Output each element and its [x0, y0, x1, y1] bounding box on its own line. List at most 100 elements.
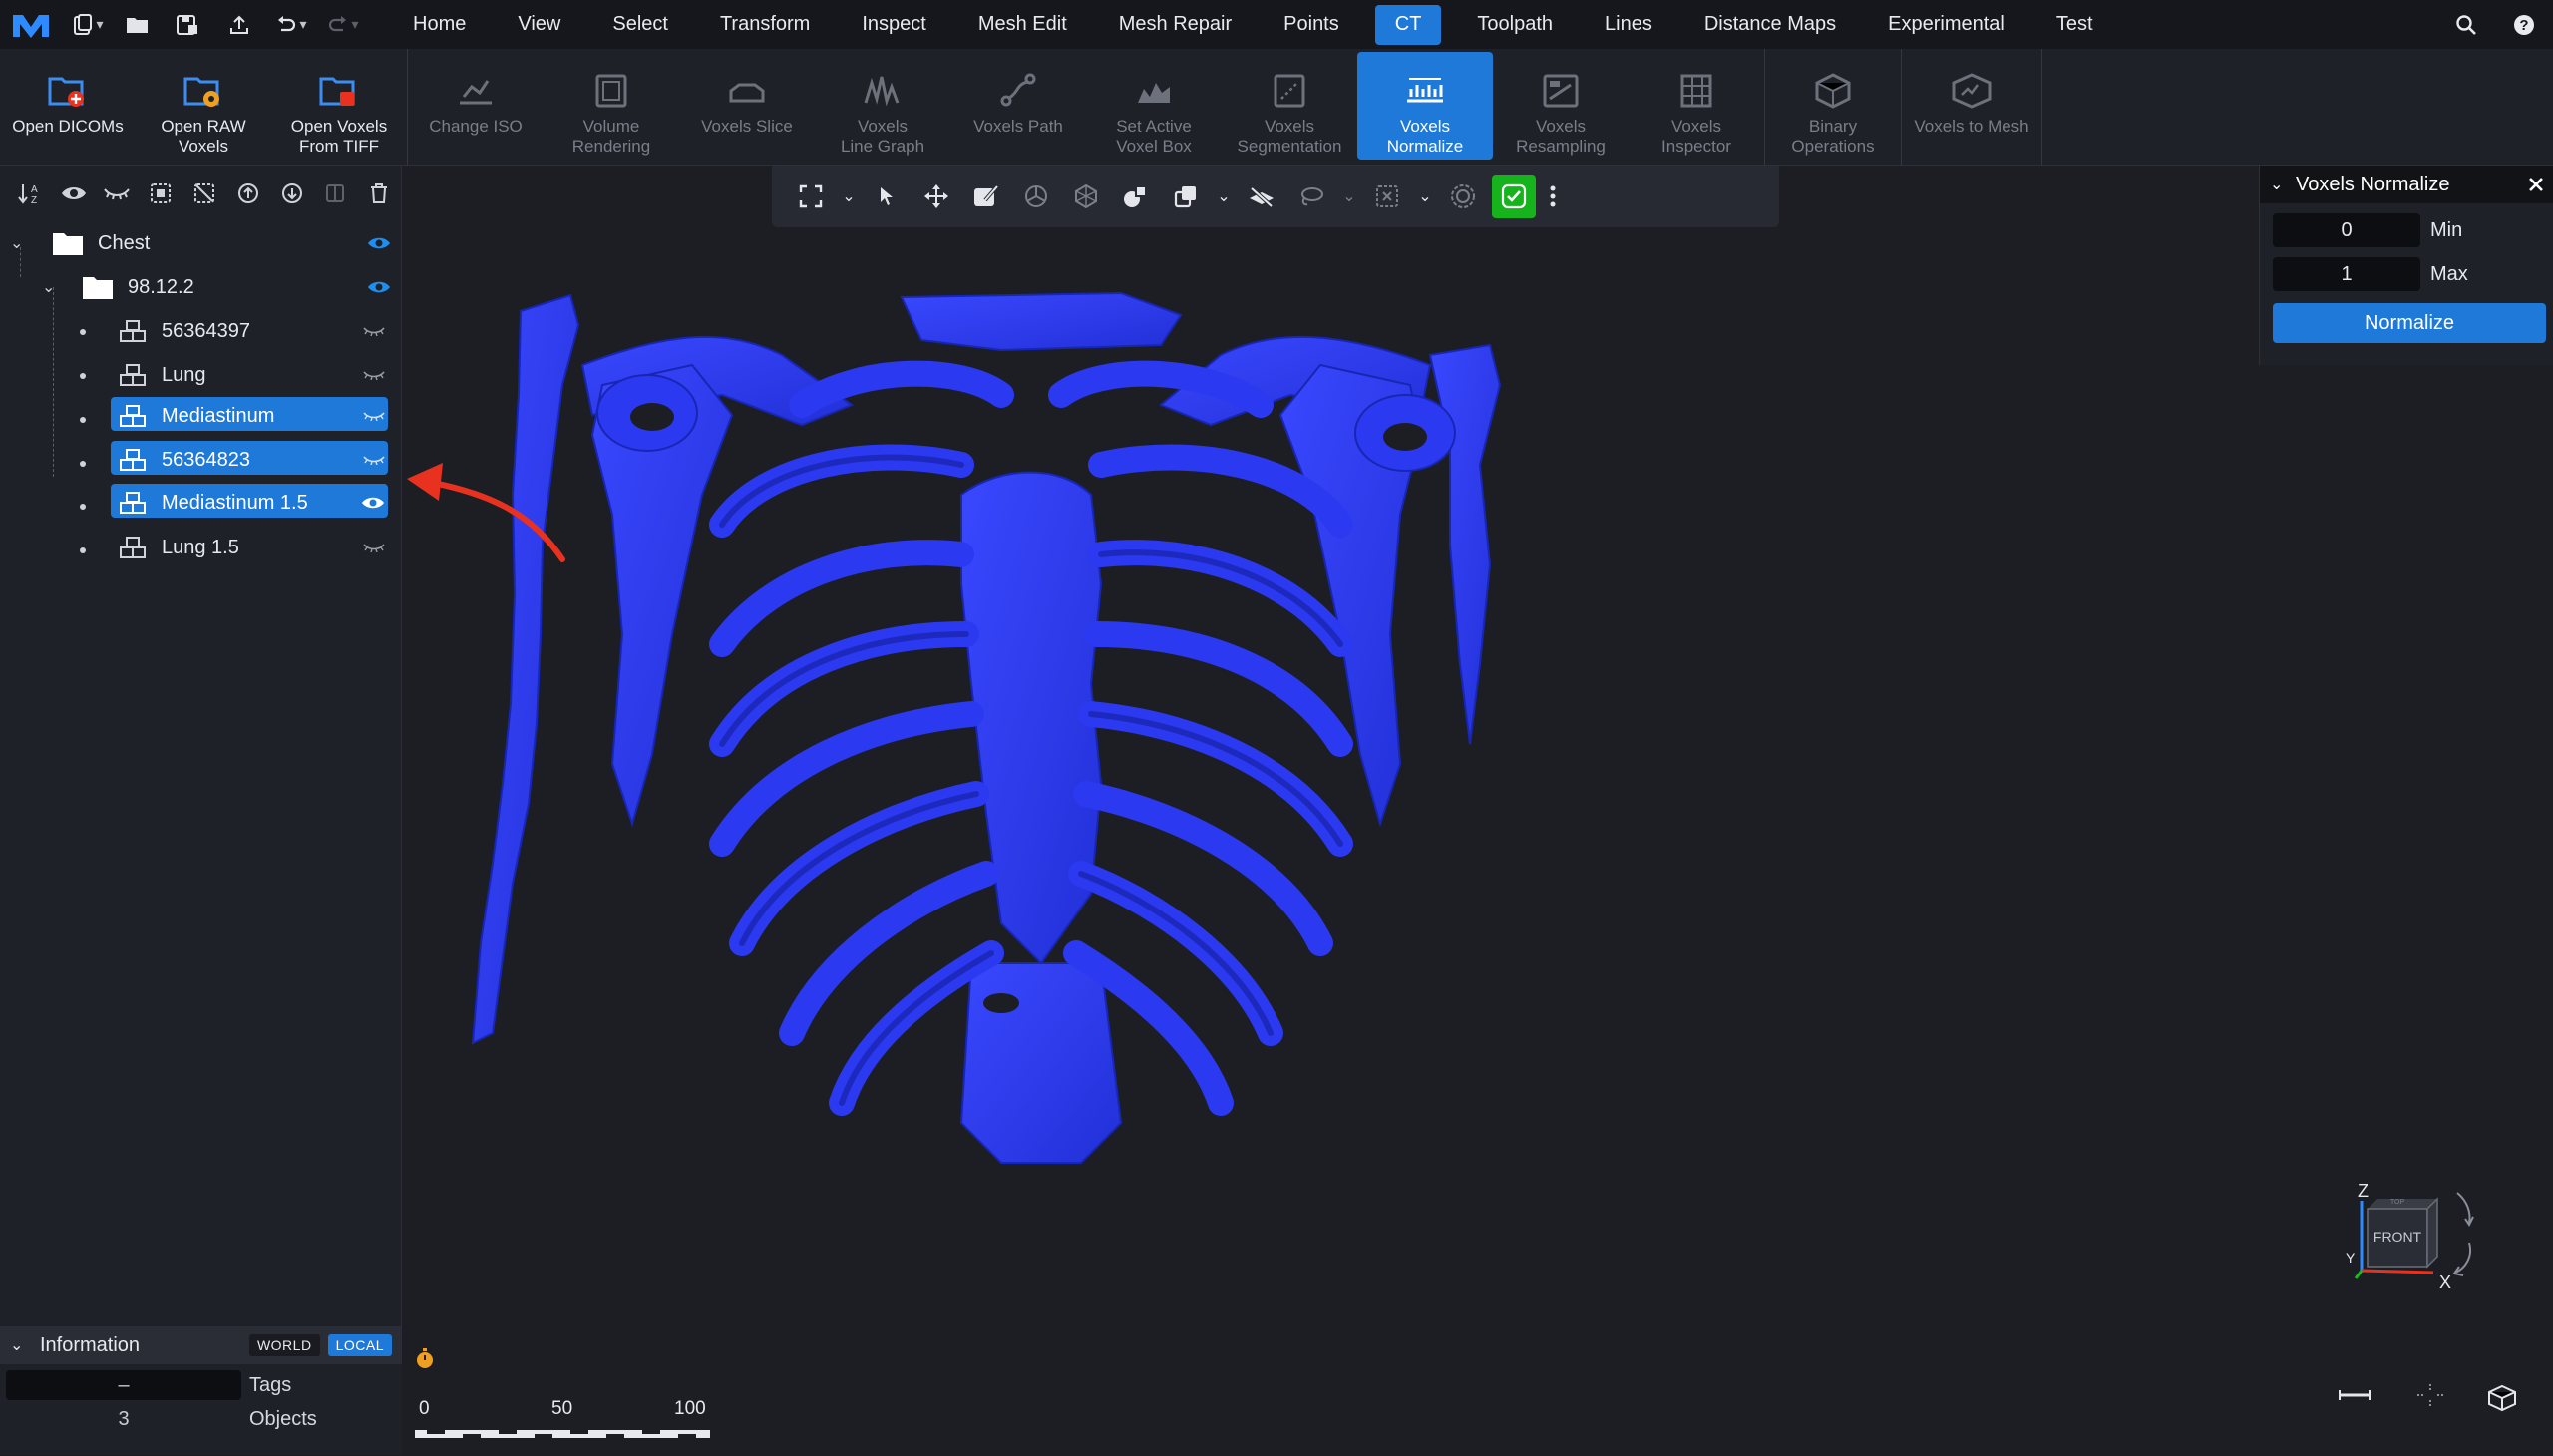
tab-select[interactable]: Select: [586, 0, 694, 49]
chevron-down-icon[interactable]: ⌄: [2270, 175, 2290, 194]
tab-points[interactable]: Points: [1258, 0, 1365, 49]
eye-icon[interactable]: [367, 235, 391, 251]
tab-test[interactable]: Test: [2030, 0, 2119, 49]
tab-ct[interactable]: CT: [1374, 4, 1442, 45]
chevron-down-icon[interactable]: ⌄: [1211, 175, 1237, 218]
chevron-down-icon[interactable]: ⌄: [10, 1335, 32, 1355]
tree-item-voxels-2[interactable]: 56364823: [120, 440, 385, 480]
max-input[interactable]: 1: [2273, 257, 2420, 291]
projection-button[interactable]: [2487, 1384, 2517, 1412]
move-up-button[interactable]: [226, 174, 270, 213]
information-header[interactable]: ⌄ Information WORLD LOCAL: [0, 1326, 402, 1364]
tree-item-mediastinum-1-5[interactable]: Mediastinum 1.5: [120, 483, 385, 523]
apply-button[interactable]: [1492, 175, 1536, 218]
local-toggle[interactable]: LOCAL: [327, 1334, 392, 1356]
hide-all-button[interactable]: [96, 174, 140, 213]
save-button[interactable]: [162, 0, 213, 49]
stopwatch-button[interactable]: [415, 1347, 435, 1369]
voxels-inspector-button[interactable]: Voxels Inspector: [1629, 49, 1764, 166]
undo-button[interactable]: ▾: [265, 0, 317, 49]
voxels-normalize-button[interactable]: Voxels Normalize: [1357, 52, 1493, 160]
tab-lines[interactable]: Lines: [1579, 0, 1678, 49]
change-iso-button[interactable]: Change ISO: [408, 49, 544, 166]
view-cube[interactable]: TOP FRONT Z X Y: [2338, 1183, 2487, 1312]
eye-closed-icon[interactable]: [363, 411, 385, 421]
more-options-button[interactable]: [1540, 175, 1566, 218]
move-down-button[interactable]: [270, 174, 314, 213]
ruler-button[interactable]: [2338, 1387, 2371, 1403]
tab-view[interactable]: View: [492, 0, 586, 49]
reset-view-button[interactable]: [2415, 1382, 2445, 1408]
voxels-segmentation-button[interactable]: Voxels Segmentation: [1222, 49, 1357, 166]
tree-item-lung[interactable]: Lung: [120, 355, 385, 395]
tab-experimental[interactable]: Experimental: [1862, 0, 2030, 49]
close-button[interactable]: [2527, 172, 2545, 193]
delete-button[interactable]: [357, 174, 401, 213]
voxels-slice-button[interactable]: Voxels Slice: [679, 49, 815, 166]
show-all-button[interactable]: [52, 174, 96, 213]
snap-tool-button[interactable]: [1061, 175, 1111, 218]
tree-item-chest[interactable]: ⌄ Chest: [10, 223, 391, 263]
set-active-voxel-box-button[interactable]: Set Active Voxel Box: [1086, 49, 1222, 166]
split-button[interactable]: [313, 174, 357, 213]
deselect-button[interactable]: [182, 174, 226, 213]
world-toggle[interactable]: WORLD: [248, 1334, 320, 1356]
open-dicoms-button[interactable]: Open DICOMs: [0, 49, 136, 166]
volume-rendering-button[interactable]: Volume Rendering: [544, 49, 679, 166]
chevron-down-icon[interactable]: ⌄: [42, 277, 62, 297]
tab-transform[interactable]: Transform: [694, 0, 836, 49]
eye-closed-icon[interactable]: [363, 370, 385, 380]
eye-icon[interactable]: [361, 495, 385, 511]
tab-toolpath[interactable]: Toolpath: [1451, 0, 1579, 49]
tab-mesh-edit[interactable]: Mesh Edit: [952, 0, 1093, 49]
tab-inspect[interactable]: Inspect: [836, 0, 951, 49]
clip-plane-button[interactable]: [1237, 175, 1286, 218]
open-raw-voxels-button[interactable]: Open RAW Voxels: [136, 49, 271, 166]
tab-distance-maps[interactable]: Distance Maps: [1678, 0, 1862, 49]
rotate-tool-button[interactable]: [1011, 175, 1061, 218]
sort-button[interactable]: AZ: [8, 174, 52, 213]
select-tool-button[interactable]: [862, 175, 912, 218]
eye-icon[interactable]: [367, 279, 391, 295]
select-all-button[interactable]: [139, 174, 182, 213]
paint-select-button[interactable]: [961, 175, 1011, 218]
min-input[interactable]: 0: [2273, 213, 2420, 247]
tab-home[interactable]: Home: [387, 0, 492, 49]
orbit-tool-button[interactable]: [1438, 175, 1488, 218]
new-file-button[interactable]: ▾: [62, 0, 114, 49]
eye-closed-icon[interactable]: [363, 455, 385, 465]
normalize-panel-header[interactable]: ⌄ Voxels Normalize: [2260, 166, 2553, 203]
chevron-down-icon[interactable]: ⌄: [10, 233, 32, 253]
search-button[interactable]: [2437, 0, 2495, 49]
measure-tool-button[interactable]: [1111, 175, 1161, 218]
tree-item-lung-1-5[interactable]: Lung 1.5: [120, 528, 385, 567]
help-button[interactable]: ?: [2495, 0, 2553, 49]
voxels-to-mesh-button[interactable]: Voxels to Mesh: [1902, 49, 2041, 166]
chevron-down-icon[interactable]: ▾: [351, 16, 358, 33]
chevron-down-icon[interactable]: ▾: [96, 16, 103, 33]
chevron-down-icon[interactable]: ▾: [299, 16, 306, 33]
chevron-down-icon[interactable]: ⌄: [1336, 175, 1362, 218]
voxels-resampling-button[interactable]: Voxels Resampling: [1493, 49, 1629, 166]
fit-view-button[interactable]: [786, 175, 836, 218]
eye-closed-icon[interactable]: [363, 543, 385, 552]
voxels-path-button[interactable]: Voxels Path: [950, 49, 1086, 166]
voxels-line-graph-button[interactable]: Voxels Line Graph: [815, 49, 950, 166]
binary-operations-button[interactable]: Binary Operations: [1765, 49, 1901, 166]
3d-viewport[interactable]: ⌄ ⌄ ⌄ ⌄ TOP FRONT Z X Y: [403, 166, 2553, 1455]
chevron-down-icon[interactable]: ⌄: [1412, 175, 1438, 218]
tree-item-voxels[interactable]: 56364397: [120, 311, 385, 351]
tab-mesh-repair[interactable]: Mesh Repair: [1093, 0, 1258, 49]
export-button[interactable]: [213, 0, 265, 49]
copy-view-button[interactable]: [1161, 175, 1211, 218]
redo-button[interactable]: ▾: [317, 0, 369, 49]
tree-item-folder[interactable]: ⌄ 98.12.2: [42, 267, 391, 307]
eye-closed-icon[interactable]: [363, 326, 385, 336]
open-folder-button[interactable]: [114, 0, 162, 49]
box-select-button[interactable]: [1362, 175, 1412, 218]
lasso-tool-button[interactable]: [1286, 175, 1336, 218]
chevron-down-icon[interactable]: ⌄: [836, 175, 862, 218]
move-tool-button[interactable]: [912, 175, 961, 218]
tree-item-mediastinum[interactable]: Mediastinum: [120, 396, 385, 436]
normalize-button[interactable]: Normalize: [2273, 303, 2546, 343]
